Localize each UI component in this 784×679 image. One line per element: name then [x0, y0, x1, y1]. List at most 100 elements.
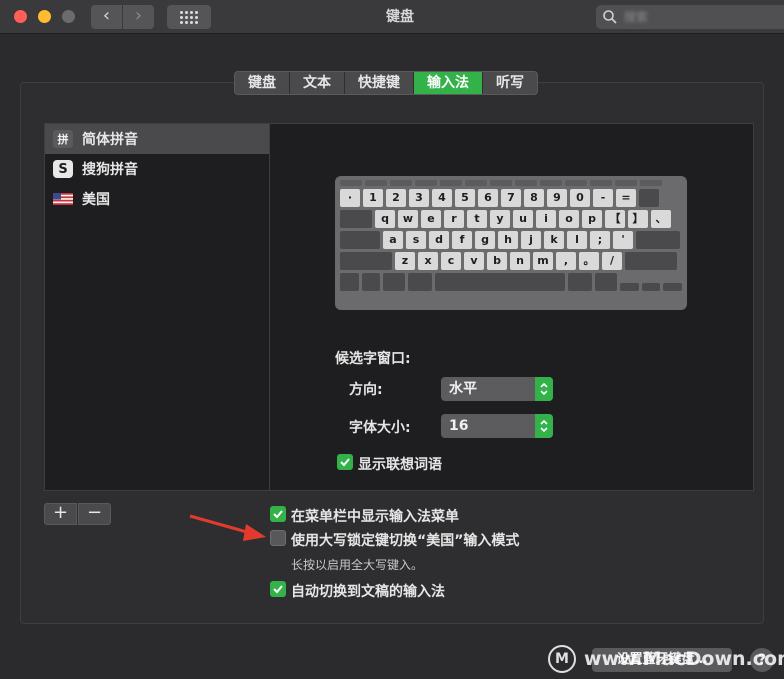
- key: f: [452, 231, 472, 249]
- tab-bar: 键盘 文本 快捷键 输入法 听写: [234, 71, 538, 95]
- key: 2: [386, 189, 406, 207]
- key: j: [521, 231, 541, 249]
- key: d: [429, 231, 449, 249]
- key: s: [406, 231, 426, 249]
- key: 7: [501, 189, 521, 207]
- key: ·: [340, 189, 360, 207]
- key: 5: [455, 189, 475, 207]
- key: 4: [432, 189, 452, 207]
- chevron-left-icon: ‹: [102, 5, 111, 26]
- tab-dictation[interactable]: 听写: [483, 72, 537, 94]
- forward-button[interactable]: ›: [123, 5, 154, 29]
- key: q: [375, 210, 395, 228]
- input-source-list[interactable]: 拼 简体拼音 S 搜狗拼音 美国: [44, 123, 270, 491]
- key: g: [475, 231, 495, 249]
- keyboard-row-numbers: · 1 2 3 4 5 6 7 8 9 0- =: [340, 189, 682, 207]
- key: m: [533, 252, 553, 270]
- key: o: [559, 210, 579, 228]
- grid-icon: [180, 11, 198, 24]
- key: 3: [409, 189, 429, 207]
- search-placeholder: 搜索: [624, 10, 649, 24]
- sogou-icon: S: [53, 160, 73, 178]
- key: c: [441, 252, 461, 270]
- key: 【: [605, 210, 625, 228]
- key: 】: [628, 210, 648, 228]
- watermark-text: www.MacDown.com: [584, 648, 784, 670]
- key: w: [398, 210, 418, 228]
- list-item-us[interactable]: 美国: [45, 184, 269, 214]
- show-in-menu-bar-label: 在菜单栏中显示输入法菜单: [291, 509, 459, 525]
- key: ': [613, 231, 633, 249]
- chevron-right-icon: ›: [134, 5, 143, 26]
- keyboard-row-zxcv: z x c v b n m,。 /: [340, 252, 682, 270]
- list-item-sogou-pinyin[interactable]: S 搜狗拼音: [45, 154, 269, 184]
- remove-input-source-button[interactable]: −: [78, 503, 111, 525]
- key: l: [567, 231, 587, 249]
- key: 、: [651, 210, 671, 228]
- font-size-label: 字体大小:: [349, 420, 411, 436]
- list-item-simplified-pinyin[interactable]: 拼 简体拼音: [45, 124, 269, 154]
- macdown-logo-icon: M: [548, 645, 576, 673]
- tab-input-sources[interactable]: 输入法: [414, 72, 483, 94]
- checkmark-icon: [273, 585, 283, 594]
- updown-chevron-icon: [535, 414, 553, 438]
- key: 8: [524, 189, 544, 207]
- red-arrow-icon: [189, 514, 266, 541]
- auto-switch-label: 自动切换到文稿的输入法: [291, 584, 445, 600]
- key: e: [421, 210, 441, 228]
- candidate-window-heading: 候选字窗口:: [335, 351, 411, 367]
- close-window-button[interactable]: [14, 10, 27, 23]
- updown-chevron-icon: [535, 377, 553, 401]
- key: 9: [547, 189, 567, 207]
- us-flag-icon: [53, 193, 73, 205]
- window-title: 键盘: [386, 9, 414, 25]
- keyboard-row-modifiers: [340, 273, 683, 291]
- keyboard-row-asdf: a s d f g h j k l; ': [340, 231, 682, 249]
- caps-lock-hint: 长按以启用全大写键入。: [291, 558, 424, 572]
- font-size-popup[interactable]: 16: [441, 414, 553, 438]
- checkmark-icon: [340, 458, 350, 467]
- back-button[interactable]: ‹: [91, 5, 122, 29]
- key: z: [395, 252, 415, 270]
- direction-popup[interactable]: 水平: [441, 377, 553, 401]
- title-bar: ‹ › 键盘 搜索: [0, 0, 784, 34]
- key: ;: [590, 231, 610, 249]
- show-predictions-checkbox[interactable]: [337, 454, 353, 470]
- direction-value: 水平: [449, 381, 477, 397]
- tab-shortcuts[interactable]: 快捷键: [345, 72, 414, 94]
- key: v: [464, 252, 484, 270]
- search-icon: [603, 10, 617, 24]
- show-predictions-label: 显示联想词语: [358, 457, 442, 473]
- key: ,: [556, 252, 576, 270]
- key: b: [487, 252, 507, 270]
- key: t: [467, 210, 487, 228]
- zoom-window-button[interactable]: [62, 10, 75, 23]
- keyboard-row-qwerty: q w e r t y u i o p 【】、: [340, 210, 682, 228]
- show-all-button[interactable]: [167, 5, 211, 29]
- key: =: [616, 189, 636, 207]
- show-in-menu-bar-checkbox[interactable]: [270, 506, 286, 522]
- list-item-label: 简体拼音: [82, 132, 138, 148]
- key: 1: [363, 189, 383, 207]
- add-input-source-button[interactable]: +: [44, 503, 77, 525]
- key: i: [536, 210, 556, 228]
- key: p: [582, 210, 602, 228]
- list-item-label: 美国: [82, 192, 110, 208]
- key: 0: [570, 189, 590, 207]
- key: k: [544, 231, 564, 249]
- font-size-value: 16: [449, 418, 469, 434]
- caps-lock-switch-checkbox[interactable]: [270, 530, 286, 546]
- pinyin-icon: 拼: [53, 130, 73, 148]
- minimize-window-button[interactable]: [38, 10, 51, 23]
- search-input[interactable]: 搜索: [596, 5, 784, 29]
- tab-keyboard[interactable]: 键盘: [235, 72, 290, 94]
- key: h: [498, 231, 518, 249]
- key: -: [593, 189, 613, 207]
- key: a: [383, 231, 403, 249]
- auto-switch-checkbox[interactable]: [270, 581, 286, 597]
- list-item-label: 搜狗拼音: [82, 162, 138, 178]
- key: x: [418, 252, 438, 270]
- keyboard-preview: · 1 2 3 4 5 6 7 8 9 0- = q w e r t y u i o p 【】、 a s d f g h j k l; ' …: [335, 176, 687, 310]
- tab-text[interactable]: 文本: [290, 72, 345, 94]
- key: y: [490, 210, 510, 228]
